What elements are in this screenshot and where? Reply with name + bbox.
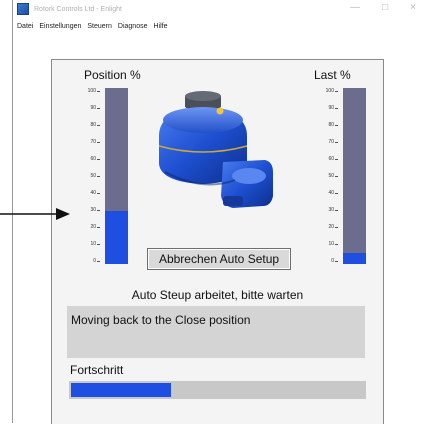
maximize-button[interactable]: □	[382, 2, 388, 13]
tick-mark	[97, 108, 100, 109]
progress-label: Fortschritt	[70, 363, 124, 377]
tick-mark	[335, 91, 338, 92]
tick-mark	[335, 159, 338, 160]
tick-mark	[97, 125, 100, 126]
close-button[interactable]: ×	[410, 2, 416, 13]
status-text: Auto Steup arbeitet, bitte warten	[131, 288, 304, 302]
cancel-auto-setup-button[interactable]: Abbrechen Auto Setup	[147, 248, 291, 270]
tick-mark	[97, 261, 100, 262]
tick-mark	[97, 210, 100, 211]
tick-mark	[335, 210, 338, 211]
tick-label: 0	[331, 258, 334, 264]
minimize-button[interactable]: —	[350, 2, 360, 13]
actuator-image	[158, 91, 273, 208]
tick-label: 40	[328, 190, 334, 196]
tick-mark	[335, 125, 338, 126]
window-controls: — □ ×	[350, 2, 416, 13]
tick-label: 10	[90, 241, 96, 247]
position-gauge-fill	[105, 211, 128, 264]
tick-mark	[97, 142, 100, 143]
tick-mark	[335, 142, 338, 143]
tick-mark	[335, 176, 338, 177]
progress-bar	[69, 381, 366, 399]
tick-label: 20	[90, 224, 96, 230]
tick-label: 0	[93, 258, 96, 264]
tick-label: 30	[90, 207, 96, 213]
load-gauge-label: Last %	[314, 68, 351, 82]
tick-label: 50	[328, 173, 334, 179]
tick-label: 100	[87, 88, 96, 94]
position-gauge-bar	[105, 88, 128, 264]
tick-mark	[97, 244, 100, 245]
message-box: Moving back to the Close position	[67, 306, 365, 358]
menu-hilfe[interactable]: Hilfe	[153, 23, 167, 30]
tick-mark	[97, 91, 100, 92]
tick-label: 70	[328, 139, 334, 145]
menu-datei[interactable]: Datei	[17, 23, 33, 30]
menu-steuern[interactable]: Steuern	[87, 23, 112, 30]
position-gauge-scale: 100 90 80 70 60 50 40 30 20 10 0	[80, 88, 100, 264]
load-gauge-fill	[343, 253, 366, 264]
tick-mark	[97, 176, 100, 177]
tick-label: 80	[328, 122, 334, 128]
menu-bar: Datei Einstellungen Steuern Diagnose Hil…	[13, 19, 423, 33]
tick-label: 40	[90, 190, 96, 196]
tick-mark	[335, 261, 338, 262]
progress-bar-fill	[71, 383, 171, 397]
tick-mark	[97, 193, 100, 194]
tick-mark	[335, 193, 338, 194]
tick-mark	[335, 227, 338, 228]
tick-mark	[97, 159, 100, 160]
message-text: Moving back to the Close position	[71, 313, 251, 327]
tick-label: 90	[328, 105, 334, 111]
arrow-pointer-icon	[0, 208, 70, 220]
auto-setup-panel: Position % Last % 100 90 80 70 60 50 40 30 20 10 0…	[51, 59, 384, 424]
window-title: Rotork Controls Ltd - Enlight	[34, 5, 122, 13]
load-gauge-bar	[343, 88, 366, 264]
tick-mark	[335, 108, 338, 109]
application-window: Rotork Controls Ltd - Enlight — □ × Date…	[12, 0, 423, 424]
tick-label: 60	[90, 156, 96, 162]
tick-label: 90	[90, 105, 96, 111]
tick-label: 30	[328, 207, 334, 213]
tick-label: 70	[90, 139, 96, 145]
tick-label: 10	[328, 241, 334, 247]
tick-label: 100	[325, 88, 334, 94]
position-gauge-label: Position %	[84, 68, 141, 82]
app-icon	[17, 3, 29, 15]
title-bar: Rotork Controls Ltd - Enlight — □ ×	[13, 0, 423, 18]
menu-einstellungen[interactable]: Einstellungen	[39, 23, 81, 30]
tick-label: 20	[328, 224, 334, 230]
tick-label: 80	[90, 122, 96, 128]
tick-label: 50	[90, 173, 96, 179]
tick-mark	[97, 227, 100, 228]
tick-mark	[335, 244, 338, 245]
menu-diagnose[interactable]: Diagnose	[118, 23, 148, 30]
load-gauge-scale: 100 90 80 70 60 50 40 30 20 10 0	[318, 88, 338, 264]
tick-label: 60	[328, 156, 334, 162]
